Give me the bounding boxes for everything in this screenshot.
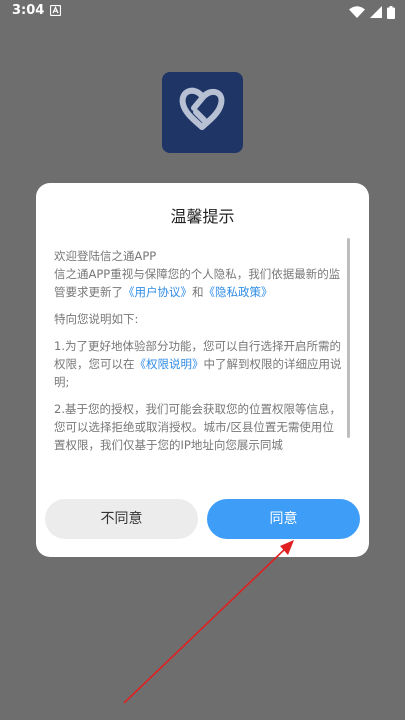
- disagree-button[interactable]: 不同意: [45, 499, 198, 539]
- dialog-title: 温馨提示: [170, 207, 235, 226]
- status-bar: 3:04: [0, 0, 405, 24]
- privacy-policy-link[interactable]: 《隐私政策》: [204, 285, 273, 299]
- item-1: 1.为了更好地体验部分功能，您可以自行选择开启所需的权限，您可以在《权限说明》中…: [54, 337, 344, 391]
- privacy-dialog: 温馨提示 欢迎登陆信之通APP 信之通APP重视与保障您的个人隐私，我们依据最新…: [36, 183, 369, 557]
- agree-button[interactable]: 同意: [207, 499, 360, 539]
- user-agreement-link[interactable]: 《用户协议》: [123, 285, 192, 299]
- notification-icon: [50, 5, 61, 16]
- permission-note-link[interactable]: 《权限说明》: [135, 357, 204, 371]
- item-2: 2.基于您的授权，我们可能会获取您的位置权限等信息，您可以选择拒绝或取消授权。城…: [54, 402, 341, 452]
- status-time: 3:04: [12, 3, 45, 18]
- dialog-body[interactable]: 欢迎登陆信之通APP 信之通APP重视与保障您的个人隐私，我们依据最新的监管要求…: [54, 247, 344, 479]
- status-icons: [349, 4, 395, 20]
- special-note: 特向您说明如下:: [54, 312, 139, 326]
- battery-icon: [387, 5, 395, 19]
- app-logo: [162, 72, 243, 153]
- heart-link-logo-icon: [179, 87, 225, 130]
- intro-paragraph: 信之通APP重视与保障您的个人隐私，我们依据最新的监管要求更新了《用户协议》和《…: [54, 265, 344, 301]
- and-text: 和: [192, 285, 204, 299]
- wifi-icon: [349, 6, 365, 18]
- intro-line-1: 欢迎登陆信之通APP: [54, 249, 157, 263]
- signal-icon: [370, 6, 382, 18]
- dialog-scrollbar[interactable]: [347, 238, 350, 438]
